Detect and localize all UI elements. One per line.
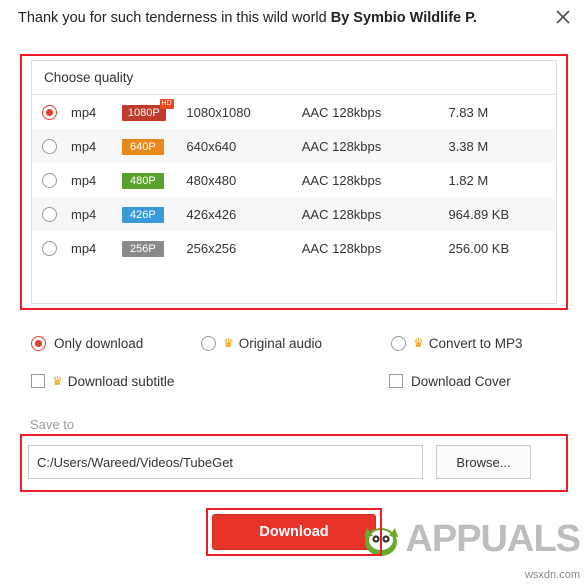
- quality-badge-wrap: 256P: [121, 240, 187, 257]
- quality-badge-wrap: 640P: [121, 138, 187, 155]
- quality-audio: AAC 128kbps: [301, 172, 382, 188]
- quality-radio[interactable]: [42, 240, 57, 256]
- quality-audio: AAC 128kbps: [301, 138, 382, 154]
- convert-mp3-radio[interactable]: [391, 335, 406, 351]
- page-title: Thank you for such tenderness in this wi…: [18, 10, 477, 26]
- download-subtitle-label: Download subtitle: [67, 373, 175, 389]
- quality-size: 7.83 M: [448, 104, 489, 120]
- quality-row-list: mp4 1080P HD 1080x1080 AAC 128kbps 7.83 M mp4 6…: [32, 95, 556, 265]
- quality-size: 256.00 KB: [448, 240, 510, 256]
- watermark-brand: APPUALS: [405, 517, 581, 560]
- download-dialog: Thank you for such tenderness in this wi…: [0, 0, 588, 585]
- quality-row[interactable]: mp4 1080P HD 1080x1080 AAC 128kbps 7.83 M: [32, 95, 556, 129]
- download-button[interactable]: Download: [212, 514, 376, 550]
- quality-audio: AAC 128kbps: [301, 206, 382, 222]
- quality-audio: AAC 128kbps: [301, 240, 382, 256]
- quality-radio[interactable]: [42, 138, 57, 154]
- only-download-label: Only download: [54, 335, 144, 351]
- quality-badge: 426P: [121, 206, 164, 223]
- options-section: Only download ♛ Original audio ♛ Convert…: [31, 330, 557, 406]
- quality-radio[interactable]: [42, 172, 57, 188]
- quality-resolution: 256x256: [186, 240, 237, 256]
- quality-format: mp4: [71, 138, 97, 154]
- quality-size: 3.38 M: [448, 138, 489, 154]
- video-title: Thank you for such tenderness in this wi…: [18, 10, 327, 26]
- quality-radio[interactable]: [42, 104, 57, 120]
- option-original-audio[interactable]: ♛ Original audio: [201, 335, 391, 351]
- convert-mp3-label: Convert to MP3: [428, 335, 523, 351]
- download-cover-checkbox[interactable]: [389, 374, 403, 388]
- option-download-cover[interactable]: Download Cover: [389, 374, 511, 389]
- quality-radio[interactable]: [42, 206, 57, 222]
- option-convert-mp3[interactable]: ♛ Convert to MP3: [391, 335, 523, 351]
- quality-badge: 1080P HD: [121, 98, 174, 121]
- save-to-label: Save to: [30, 417, 75, 432]
- watermark-url: wsxdn.com: [524, 569, 580, 581]
- original-audio-label: Original audio: [238, 335, 323, 351]
- quality-size: 1.82 M: [448, 172, 489, 188]
- save-path-input[interactable]: [28, 445, 423, 479]
- quality-size: 964.89 KB: [448, 206, 510, 222]
- crown-icon: ♛: [52, 374, 63, 388]
- quality-resolution: 480x480: [186, 172, 237, 188]
- quality-format: mp4: [71, 172, 97, 188]
- quality-format: mp4: [71, 206, 97, 222]
- options-row-2: ♛ Download subtitle Download Cover: [31, 368, 557, 394]
- quality-resolution: 426x426: [186, 206, 237, 222]
- appuals-logo-icon: [359, 516, 403, 561]
- quality-resolution: 1080x1080: [186, 104, 251, 120]
- dialog-titlebar: Thank you for such tenderness in this wi…: [0, 0, 588, 40]
- quality-badge-wrap: 480P: [121, 172, 187, 189]
- crown-icon: ♛: [413, 336, 424, 350]
- watermark: APPUALS: [359, 516, 581, 561]
- quality-row[interactable]: mp4 480P 480x480 AAC 128kbps 1.82 M: [32, 163, 556, 197]
- quality-row[interactable]: mp4 640P 640x640 AAC 128kbps 3.38 M: [32, 129, 556, 163]
- quality-badge-wrap: 426P: [121, 206, 187, 223]
- quality-badge: 640P: [121, 138, 164, 155]
- only-download-radio[interactable]: [31, 335, 46, 351]
- quality-badge: 480P: [121, 172, 164, 189]
- quality-format: mp4: [71, 240, 97, 256]
- download-subtitle-checkbox[interactable]: [31, 374, 45, 388]
- crown-icon: ♛: [223, 336, 234, 350]
- quality-panel: Choose quality mp4 1080P HD 1080x1080 AAC 12…: [31, 60, 557, 304]
- quality-audio: AAC 128kbps: [301, 104, 382, 120]
- close-icon[interactable]: [550, 4, 576, 30]
- hd-tag-icon: HD: [159, 98, 174, 109]
- video-author: By Symbio Wildlife P.: [330, 10, 477, 26]
- original-audio-radio[interactable]: [201, 335, 216, 351]
- options-row-1: Only download ♛ Original audio ♛ Convert…: [31, 330, 557, 356]
- download-cover-label: Download Cover: [411, 373, 511, 389]
- quality-panel-header: Choose quality: [32, 61, 556, 95]
- quality-row[interactable]: mp4 426P 426x426 AAC 128kbps 964.89 KB: [32, 197, 556, 231]
- option-only-download[interactable]: Only download: [31, 335, 201, 351]
- quality-row[interactable]: mp4 256P 256x256 AAC 128kbps 256.00 KB: [32, 231, 556, 265]
- browse-button[interactable]: Browse...: [436, 445, 531, 479]
- quality-badge-wrap: 1080P HD: [121, 98, 187, 121]
- quality-resolution: 640x640: [186, 138, 237, 154]
- quality-format: mp4: [71, 104, 97, 120]
- quality-badge: 256P: [121, 240, 164, 257]
- option-download-subtitle[interactable]: ♛ Download subtitle: [31, 374, 201, 389]
